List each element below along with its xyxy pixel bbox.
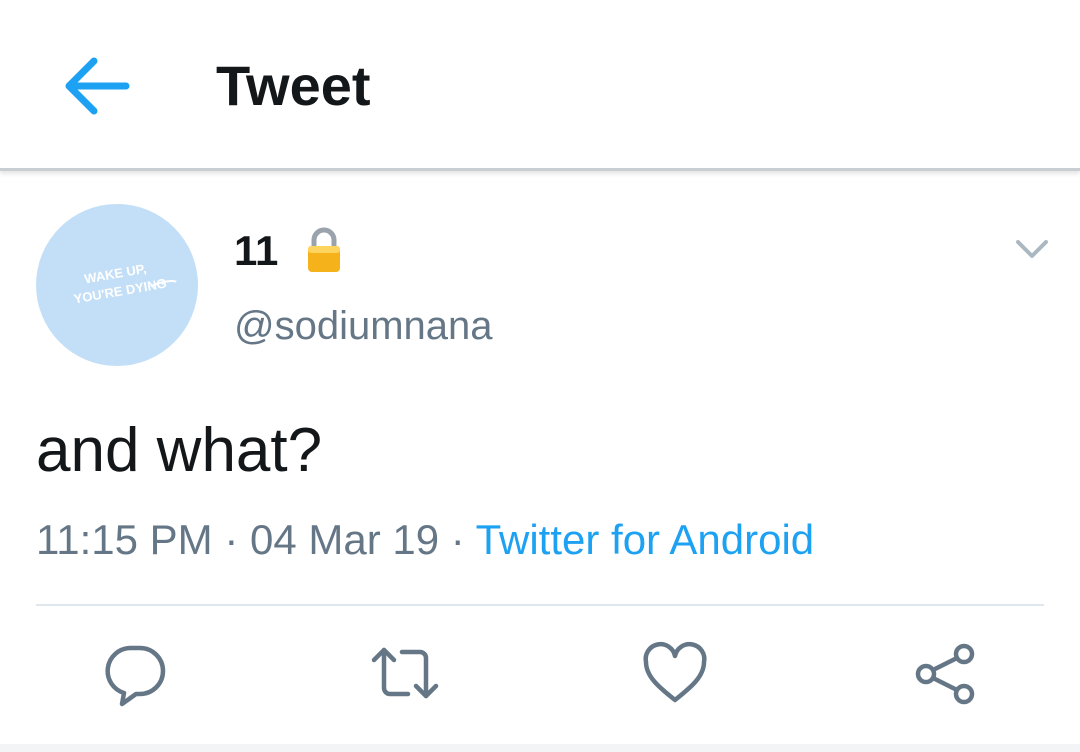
arrow-left-icon (65, 57, 130, 115)
tweet-meta: 11:15 PM · 04 Mar 19 · Twitter for Andro… (36, 514, 814, 566)
lock-icon (304, 226, 344, 274)
author-display-name[interactable]: 11 (234, 226, 278, 276)
retweet-button[interactable] (370, 638, 440, 708)
chevron-down-icon (1016, 240, 1048, 258)
avatar[interactable]: WAKE UP, YOU'RE DYING (36, 204, 198, 366)
back-button[interactable] (56, 46, 136, 126)
retweet-icon (371, 647, 439, 699)
divider (36, 604, 1044, 606)
share-icon (915, 643, 975, 705)
bottom-border (0, 744, 1080, 752)
tweet-text: and what? (36, 416, 323, 485)
page-title: Tweet (216, 54, 371, 117)
meta-separator: · (212, 516, 250, 563)
reply-icon (105, 645, 166, 707)
tweet-source-link[interactable]: Twitter for Android (476, 516, 814, 563)
like-button[interactable] (640, 638, 710, 708)
avatar-image: WAKE UP, YOU'RE DYING (73, 261, 177, 307)
tweet-time: 11:15 PM (36, 516, 213, 563)
app-header: Tweet (0, 0, 1080, 171)
share-button[interactable] (910, 638, 980, 708)
author-handle[interactable]: @sodiumnana (234, 302, 493, 350)
reply-button[interactable] (100, 638, 170, 708)
heart-icon (643, 642, 707, 703)
tweet-date: 04 Mar 19 (249, 516, 440, 563)
meta-separator: · (439, 516, 476, 563)
tweet-options-button[interactable] (1010, 232, 1054, 268)
